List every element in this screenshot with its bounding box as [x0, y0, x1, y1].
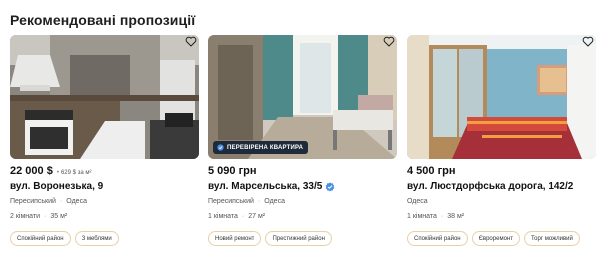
- tag-list: Спокійний район З меблями: [10, 231, 119, 246]
- listing-address[interactable]: вул. Воронезька, 9: [10, 181, 103, 192]
- tag[interactable]: Євроремонт: [471, 231, 520, 246]
- city: Одеса: [407, 198, 428, 205]
- price-row: 4 500 грн: [407, 165, 596, 181]
- price-row: 22 000 $ 629 $ за м²: [10, 165, 199, 181]
- listing-location: Одеса: [407, 198, 428, 205]
- tag-list: Новий ремонт Престижний район: [208, 231, 332, 246]
- listing-location: Пересипський · Одеса: [10, 198, 87, 205]
- tag[interactable]: Торг можливий: [523, 231, 580, 246]
- listing-meta: 1 кімната · 27 м²: [208, 213, 266, 220]
- listing-card-1[interactable]: 22 000 $ 629 $ за м² вул. Воронезька, 9 …: [10, 35, 199, 257]
- rooms: 1 кімната: [407, 213, 437, 220]
- heart-icon[interactable]: [582, 36, 594, 47]
- address-text: вул. Марсельська, 33/5: [208, 181, 323, 192]
- bedroom-photo: [407, 35, 596, 159]
- price-per-sqm: 629 $ за м²: [57, 170, 92, 176]
- listing-card-3[interactable]: 4 500 грн вул. Люстдорфська дорога, 142/…: [407, 35, 596, 257]
- tag-list: Спокійний район Євроремонт Торг можливий: [407, 231, 580, 246]
- listing-photo[interactable]: ПЕРЕВІРЕНА КВАРТИРА: [208, 35, 397, 159]
- heart-icon[interactable]: [185, 36, 197, 47]
- price: 22 000 $: [10, 165, 53, 177]
- listing-photo[interactable]: [407, 35, 596, 159]
- tag[interactable]: Престижний район: [265, 231, 332, 246]
- verified-check-icon: [326, 181, 335, 191]
- verified-badge: ПЕРЕВІРЕНА КВАРТИРА: [213, 141, 309, 154]
- area: 35 м²: [50, 213, 68, 220]
- tag[interactable]: Новий ремонт: [208, 231, 262, 246]
- price-row: 5 090 грн: [208, 165, 397, 181]
- listing-address[interactable]: вул. Люстдорфська дорога, 142/2: [407, 181, 573, 192]
- rooms: 1 кімната: [208, 213, 238, 220]
- tag[interactable]: З меблями: [74, 231, 119, 246]
- rooms: 2 кімнати: [10, 213, 40, 220]
- area: 27 м²: [248, 213, 266, 220]
- address-text: вул. Воронезька, 9: [10, 181, 104, 192]
- verified-badge-label: ПЕРЕВІРЕНА КВАРТИРА: [227, 144, 304, 151]
- area: 38 м²: [447, 213, 465, 220]
- listing-location: Пересипський · Одеса: [208, 198, 285, 205]
- listing-card-2[interactable]: ПЕРЕВІРЕНА КВАРТИРА 5 090 грн вул. Марсе…: [208, 35, 397, 257]
- listing-photo[interactable]: [10, 35, 199, 159]
- district: Пересипський: [10, 198, 56, 205]
- listing-address[interactable]: вул. Марсельська, 33/5: [208, 181, 335, 192]
- district: Пересипський: [208, 198, 254, 205]
- kitchen-photo: [10, 35, 199, 159]
- shield-check-icon: [217, 144, 224, 151]
- city: Одеса: [264, 198, 285, 205]
- listing-meta: 2 кімнати · 35 м²: [10, 213, 68, 220]
- listing-meta: 1 кімната · 38 м²: [407, 213, 465, 220]
- heart-icon[interactable]: [383, 36, 395, 47]
- tag[interactable]: Спокійний район: [10, 231, 71, 246]
- section-title: Рекомендовані пропозиції: [10, 12, 196, 28]
- price: 4 500 грн: [407, 165, 456, 177]
- city: Одеса: [66, 198, 87, 205]
- address-text: вул. Люстдорфська дорога, 142/2: [407, 181, 574, 192]
- tag[interactable]: Спокійний район: [407, 231, 468, 246]
- price: 5 090 грн: [208, 165, 257, 177]
